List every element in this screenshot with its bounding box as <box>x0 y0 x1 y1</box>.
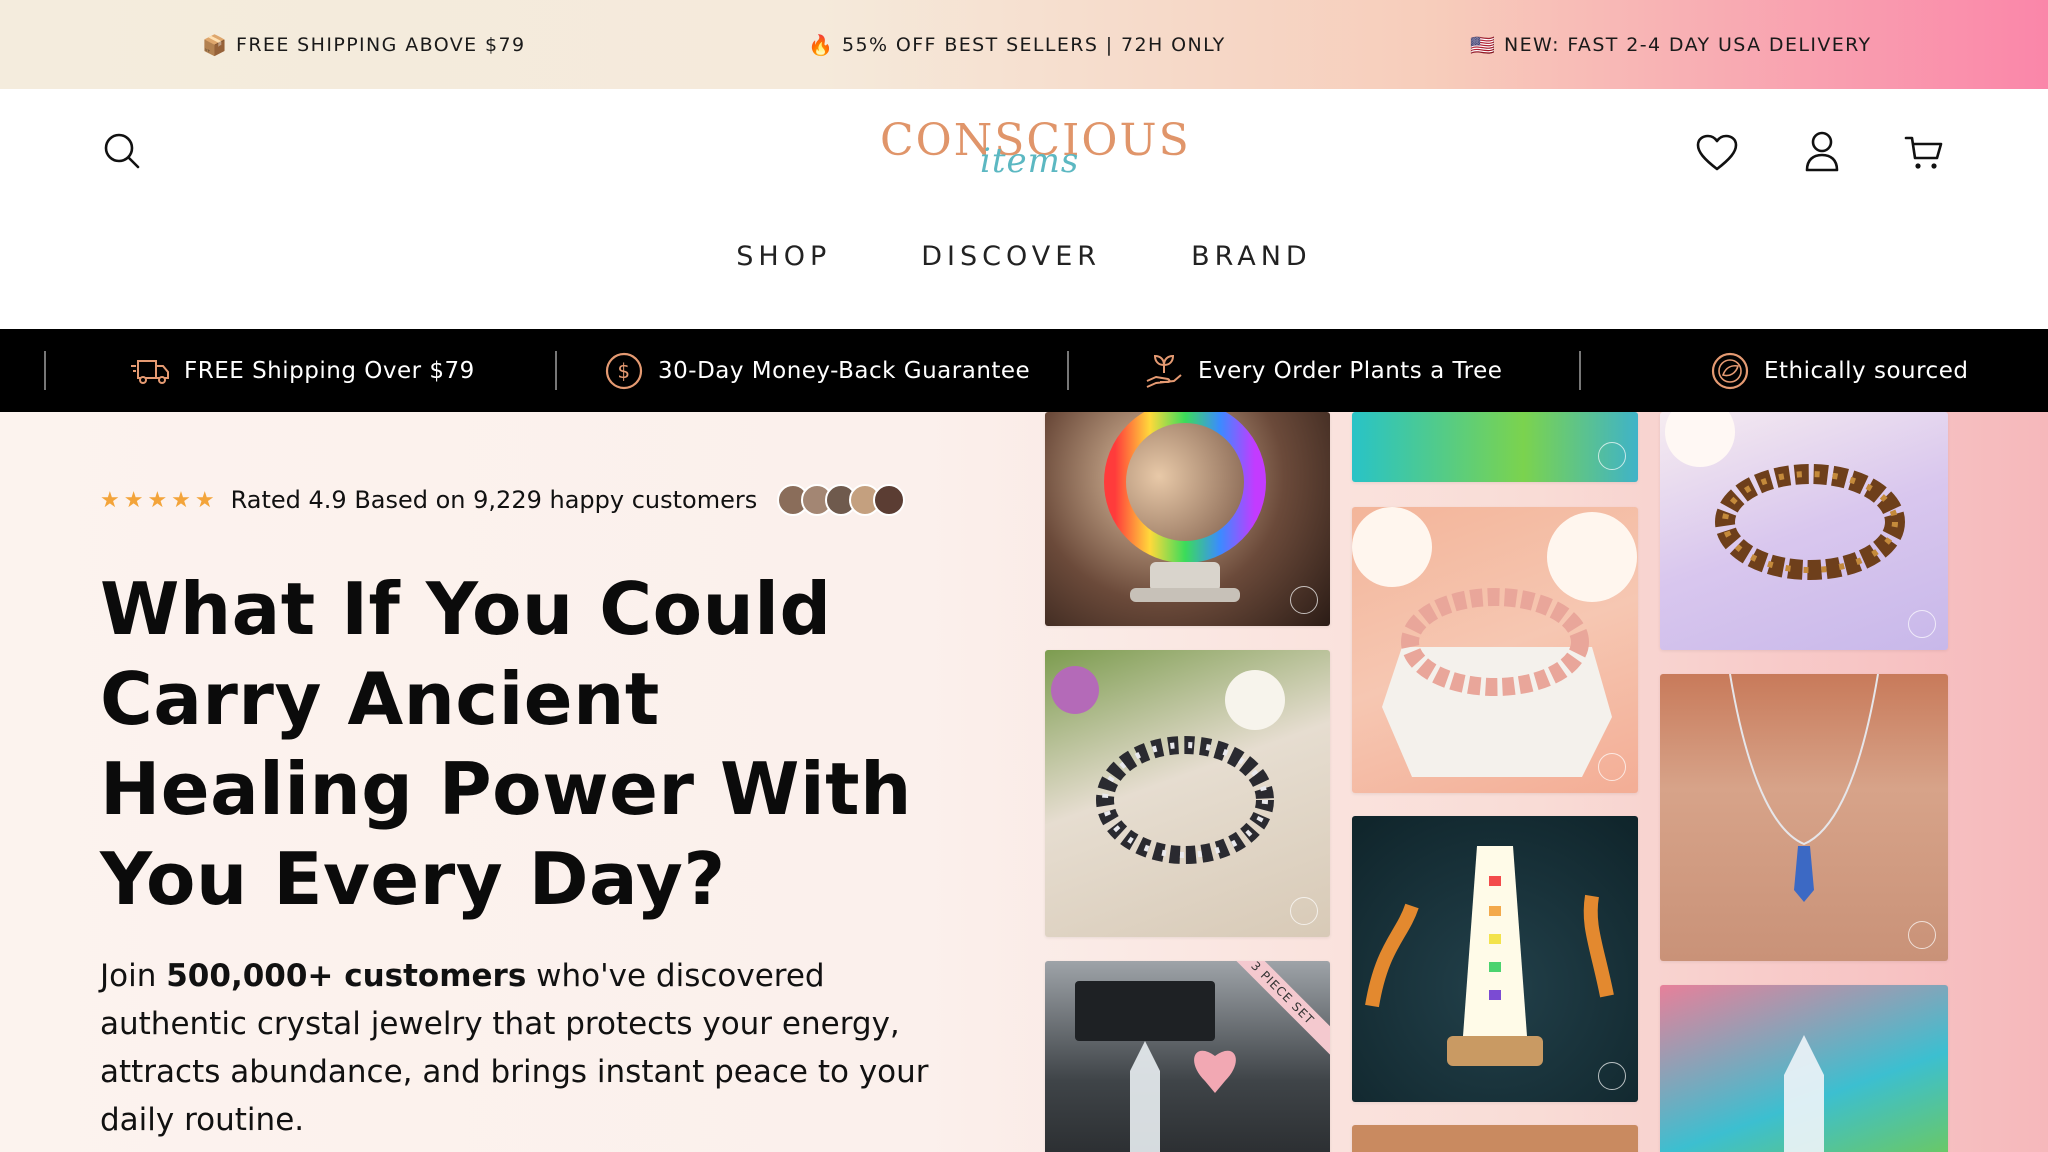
announcement-delivery: 🇺🇸 NEW: FAST 2-4 DAY USA DELIVERY <box>1470 0 1872 89</box>
svg-text:$: $ <box>617 359 630 383</box>
brand-watermark-icon <box>1598 1062 1626 1090</box>
announcement-bar: 📦 FREE SHIPPING ABOVE $79 🔥 55% OFF BEST… <box>0 0 2048 89</box>
product-image-top-flowers[interactable] <box>1352 412 1638 482</box>
customer-avatars <box>777 484 906 516</box>
trust-text: Ethically sourced <box>1764 357 1969 384</box>
product-image-bottom[interactable] <box>1352 1125 1638 1152</box>
sub-pre: Join <box>100 958 167 994</box>
product-image-tiger-eye-bracelet[interactable] <box>1660 412 1948 650</box>
rating-row: ★★★★★ Rated 4.9 Based on 9,229 happy cus… <box>100 484 906 516</box>
dollar-coin-icon: $ <box>604 351 644 391</box>
plant-hand-icon <box>1144 351 1184 391</box>
divider <box>1579 351 1581 390</box>
us-flag-icon: 🇺🇸 <box>1470 32 1497 57</box>
brand-watermark-icon <box>1598 442 1626 470</box>
package-icon: 📦 <box>202 32 229 57</box>
trust-bar: FREE Shipping Over $79 $ 30-Day Money-Ba… <box>0 329 2048 412</box>
trust-item-shipping: FREE Shipping Over $79 <box>130 329 475 412</box>
hero-subtext: Join 500,000+ customers who've discovere… <box>100 952 960 1144</box>
brand-watermark-icon <box>1908 921 1936 949</box>
cart-icon[interactable] <box>1902 131 1946 175</box>
brand-watermark-icon <box>1290 586 1318 614</box>
avatar <box>873 484 906 516</box>
trust-item-ethical: Ethically sourced <box>1710 329 1968 412</box>
logo-script: items <box>980 141 1080 181</box>
search-icon[interactable] <box>100 129 144 173</box>
trust-text: 30-Day Money-Back Guarantee <box>658 357 1031 384</box>
nav-shop[interactable]: SHOP <box>736 241 831 272</box>
brand-watermark-icon <box>1290 897 1318 925</box>
globe-leaf-icon <box>1710 351 1750 391</box>
rating-text: Rated 4.9 Based on 9,229 happy customers <box>230 486 758 514</box>
product-image-pink-bracelet[interactable] <box>1352 507 1638 793</box>
site-header: CONSCIOUS items SHOP DISCOVER BRAND <box>0 89 2048 329</box>
divider <box>1067 351 1069 390</box>
brand-watermark-icon <box>1908 610 1936 638</box>
announcement-text: FREE SHIPPING ABOVE $79 <box>236 33 526 56</box>
star-rating-icon: ★★★★★ <box>100 487 219 513</box>
product-image-chakra-tower-lamp[interactable] <box>1352 816 1638 1102</box>
heart-icon[interactable] <box>1695 131 1739 175</box>
product-image-clear-quartz-point[interactable] <box>1660 985 1948 1152</box>
announcement-text: 55% OFF BEST SELLERS | 72H ONLY <box>842 33 1226 56</box>
hero-headline: What If You Could Carry Ancient Healing … <box>100 567 912 921</box>
product-image-black-white-bracelet[interactable] <box>1045 650 1330 937</box>
trust-item-guarantee: $ 30-Day Money-Back Guarantee <box>604 329 1030 412</box>
divider <box>44 351 46 390</box>
delivery-truck-icon <box>130 351 170 391</box>
fire-icon: 🔥 <box>808 32 835 57</box>
product-image-blue-pendant-necklace[interactable] <box>1660 674 1948 961</box>
nav-discover[interactable]: DISCOVER <box>921 241 1101 272</box>
divider <box>555 351 557 390</box>
sub-bold: 500,000+ customers <box>166 958 527 994</box>
announcement-text: NEW: FAST 2-4 DAY USA DELIVERY <box>1504 33 1872 56</box>
trust-text: FREE Shipping Over $79 <box>184 357 475 384</box>
product-image-car-diffuser-set[interactable]: 3 PIECE SET <box>1045 961 1330 1152</box>
announcement-sale: 🔥 55% OFF BEST SELLERS | 72H ONLY <box>808 0 1226 89</box>
brand-logo[interactable]: CONSCIOUS items <box>880 117 1189 187</box>
trust-text: Every Order Plants a Tree <box>1198 357 1503 384</box>
nav-brand[interactable]: BRAND <box>1191 241 1312 272</box>
main-nav: SHOP DISCOVER BRAND <box>0 241 2048 272</box>
brand-watermark-icon <box>1598 753 1626 781</box>
announcement-free-shipping: 📦 FREE SHIPPING ABOVE $79 <box>202 0 525 89</box>
hero-section: ★★★★★ Rated 4.9 Based on 9,229 happy cus… <box>0 412 2048 1152</box>
account-icon[interactable] <box>1800 129 1844 173</box>
product-image-rainbow-lamp[interactable] <box>1045 412 1330 626</box>
trust-item-tree: Every Order Plants a Tree <box>1144 329 1502 412</box>
